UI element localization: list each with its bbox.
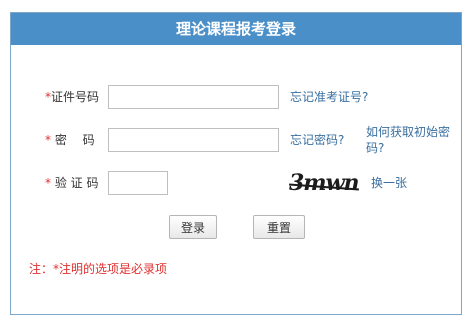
id-number-row: *证件号码 忘记准考证号? <box>11 85 461 109</box>
password-row: * 密 码 忘记密码? 如何获取初始密码? <box>11 125 461 155</box>
password-label: * 密 码 <box>45 128 117 152</box>
captcha-label: * 验 证 码 <box>45 171 117 195</box>
captcha-row: * 验 证 码 3mwn 换一张 <box>11 169 461 197</box>
captcha-text: 3mwn <box>289 170 360 196</box>
forgot-password-link[interactable]: 忘记密码? <box>290 128 344 152</box>
id-number-input[interactable] <box>108 85 279 109</box>
captcha-image[interactable]: 3mwn <box>289 169 364 197</box>
required-note: 注：*注明的选项是必录项 <box>29 262 168 276</box>
required-mark: * <box>45 133 51 147</box>
login-button[interactable]: 登录 <box>169 215 217 239</box>
captcha-label-text: 验 证 码 <box>54 176 99 190</box>
initial-password-help-link[interactable]: 如何获取初始密码? <box>366 124 458 156</box>
refresh-captcha-link[interactable]: 换一张 <box>371 171 407 195</box>
password-input[interactable] <box>108 128 279 152</box>
panel-title: 理论课程报考登录 <box>11 13 461 45</box>
password-label-text: 密 码 <box>54 133 95 147</box>
login-panel: 理论课程报考登录 *证件号码 忘记准考证号? * 密 码 忘记密码? 如何获取初… <box>10 12 462 315</box>
reset-button[interactable]: 重置 <box>253 215 305 239</box>
id-number-label: *证件号码 <box>45 85 117 109</box>
button-row: 登录 重置 <box>11 215 461 239</box>
required-mark: * <box>45 176 51 190</box>
id-number-label-text: 证件号码 <box>51 90 100 104</box>
captcha-input[interactable] <box>108 171 168 195</box>
forgot-exam-number-link[interactable]: 忘记准考证号? <box>290 85 368 109</box>
